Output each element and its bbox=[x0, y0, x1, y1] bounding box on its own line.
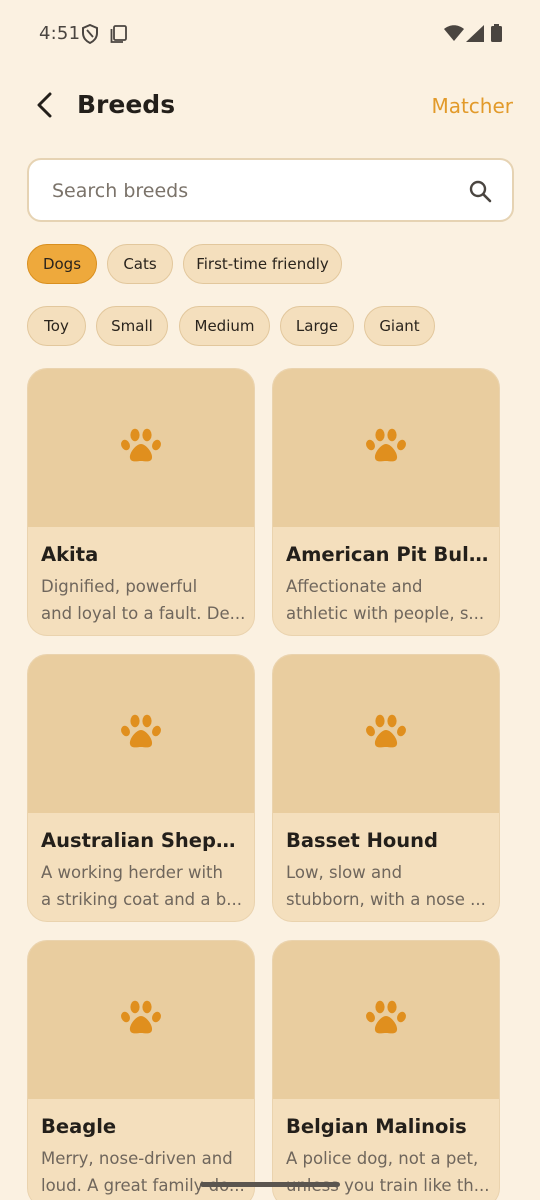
breed-name: Belgian Malinois bbox=[286, 1115, 467, 1138]
paw-icon bbox=[365, 999, 407, 1041]
breed-image bbox=[273, 655, 499, 813]
wifi-icon bbox=[444, 25, 464, 45]
chip-large[interactable]: Large bbox=[280, 306, 354, 346]
breed-name: American Pit Bull T... bbox=[286, 543, 491, 566]
breed-image bbox=[28, 941, 254, 1099]
breed-card[interactable]: Akita Dignified, powerful and loyal to a… bbox=[27, 368, 255, 636]
chip-first-time-friendly[interactable]: First-time friendly bbox=[183, 244, 342, 284]
chip-label: Giant bbox=[379, 317, 420, 335]
screenshot-icon bbox=[110, 24, 128, 48]
search-input[interactable]: Search breeds bbox=[27, 158, 514, 222]
breed-image bbox=[28, 655, 254, 813]
breed-card[interactable]: Basset Hound Low, slow and stubborn, wit… bbox=[272, 654, 500, 922]
search-icon[interactable] bbox=[468, 179, 492, 207]
breed-description-line: A police dog, not a pet, bbox=[286, 1149, 479, 1168]
paw-icon bbox=[120, 427, 162, 469]
status-time: 4:51 bbox=[39, 23, 81, 44]
paw-icon bbox=[365, 713, 407, 755]
status-bar: 4:51 bbox=[0, 0, 540, 68]
breed-image bbox=[28, 369, 254, 527]
breed-card[interactable]: Beagle Merry, nose-driven and loud. A gr… bbox=[27, 940, 255, 1200]
page-title: Breeds bbox=[77, 90, 176, 119]
chip-label: Small bbox=[111, 317, 153, 335]
matcher-button[interactable]: Matcher bbox=[431, 94, 513, 118]
app-bar: Breeds Matcher bbox=[0, 78, 540, 136]
breed-description: A working herder with a striking coat an… bbox=[41, 859, 246, 913]
chip-label: Toy bbox=[44, 317, 69, 335]
breed-description: Low, slow and stubborn, with a nose ... bbox=[286, 859, 491, 913]
breed-description: Merry, nose-driven and loud. A great fam… bbox=[41, 1145, 246, 1199]
signal-icon bbox=[466, 25, 484, 46]
breed-card[interactable]: Belgian Malinois A police dog, not a pet… bbox=[272, 940, 500, 1200]
chip-toy[interactable]: Toy bbox=[27, 306, 86, 346]
shield-icon bbox=[81, 23, 99, 48]
breed-image bbox=[273, 369, 499, 527]
chip-medium[interactable]: Medium bbox=[179, 306, 270, 346]
back-button[interactable] bbox=[28, 90, 62, 124]
chip-label: Dogs bbox=[42, 255, 82, 273]
breed-image bbox=[273, 941, 499, 1099]
breed-name: Akita bbox=[41, 543, 99, 566]
breed-description-line: and loyal to a fault. De... bbox=[41, 604, 246, 623]
breed-description: A police dog, not a pet, unless you trai… bbox=[286, 1145, 491, 1199]
chip-label: First-time friendly bbox=[196, 255, 329, 273]
breed-name: Basset Hound bbox=[286, 829, 439, 852]
breed-description-line: Dignified, powerful bbox=[41, 577, 198, 596]
breed-card[interactable]: Australian Shepherd A working herder wit… bbox=[27, 654, 255, 922]
chip-giant[interactable]: Giant bbox=[364, 306, 435, 346]
breed-description-line: a striking coat and a b... bbox=[41, 890, 242, 909]
arrow-back-icon bbox=[34, 92, 56, 122]
chip-label: Cats bbox=[123, 255, 157, 273]
breed-card[interactable]: American Pit Bull T... Affectionate and … bbox=[272, 368, 500, 636]
chip-label: Medium bbox=[194, 317, 255, 335]
breed-name: Beagle bbox=[41, 1115, 117, 1138]
breed-description-line: Merry, nose-driven and bbox=[41, 1149, 233, 1168]
chip-dogs[interactable]: Dogs bbox=[27, 244, 97, 284]
breed-description-line: A working herder with bbox=[41, 863, 223, 882]
breed-description-line: Affectionate and bbox=[286, 577, 423, 596]
breed-description-line: athletic with people, s... bbox=[286, 604, 485, 623]
breed-description-line: stubborn, with a nose ... bbox=[286, 890, 486, 909]
search-placeholder: Search breeds bbox=[52, 180, 189, 202]
paw-icon bbox=[365, 427, 407, 469]
chip-small[interactable]: Small bbox=[96, 306, 168, 346]
breed-description-line: Low, slow and bbox=[286, 863, 403, 882]
chip-label: Large bbox=[295, 317, 339, 335]
chip-cats[interactable]: Cats bbox=[107, 244, 173, 284]
paw-icon bbox=[120, 713, 162, 755]
gesture-nav-bar[interactable] bbox=[200, 1182, 340, 1187]
breed-description: Dignified, powerful and loyal to a fault… bbox=[41, 573, 246, 627]
paw-icon bbox=[120, 999, 162, 1041]
battery-icon bbox=[491, 24, 502, 46]
breed-name: Australian Shepherd bbox=[41, 829, 246, 852]
breed-description: Affectionate and athletic with people, s… bbox=[286, 573, 491, 627]
